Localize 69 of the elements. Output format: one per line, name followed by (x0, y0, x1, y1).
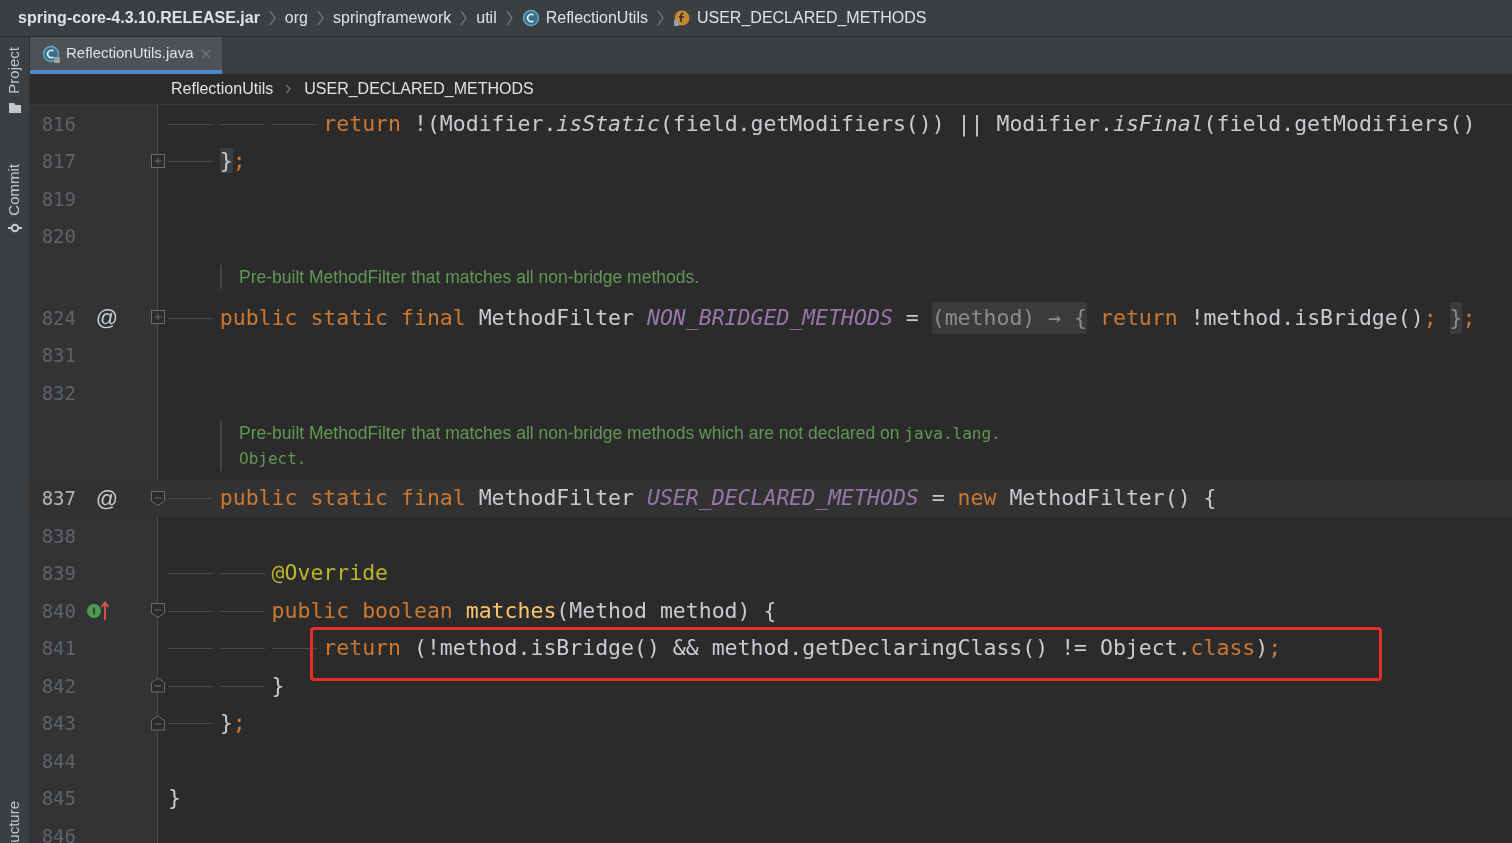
chevron-icon (285, 84, 293, 94)
code-token: @Override (168, 557, 389, 590)
line-number: 837 (40, 486, 76, 511)
code-token: ; (1462, 303, 1476, 332)
code-token: ; (1423, 303, 1438, 332)
code-token: public static final (168, 482, 466, 515)
code-token: } (168, 707, 233, 740)
code-token: return (1099, 303, 1178, 332)
doc-comment: Pre-built MethodFilter that matches all non-bridge methods. (220, 265, 700, 289)
code-token: (method) → { (931, 301, 1088, 334)
code-token: MethodFilter() { (1008, 484, 1217, 513)
code-token: !method.isBridge() (1189, 303, 1424, 332)
code-token: ; (232, 147, 246, 176)
breadcrumb-item[interactable]: USER_DECLARED_METHODS (696, 6, 927, 30)
code-token: NON_BRIDGED_METHODS (646, 303, 893, 332)
chevron-icon (504, 9, 514, 27)
code-token: isFinal (1112, 109, 1204, 138)
code-token: return (168, 632, 401, 665)
code-token: USER_DECLARED_METHODS (646, 484, 919, 513)
breadcrumb-item[interactable]: springframework (333, 6, 452, 30)
code-token: public boolean (168, 594, 466, 627)
side-tab[interactable]: ucture (3, 801, 26, 843)
field-lock-icon (672, 9, 691, 27)
side-tab[interactable]: Project (3, 47, 26, 94)
file-tab[interactable]: ReflectionUtils.java (30, 37, 222, 74)
code-token: ; (232, 709, 246, 738)
close-icon (199, 47, 212, 60)
class-lock-icon (42, 44, 60, 63)
expand-icon[interactable] (150, 152, 166, 170)
doc-comment: Pre-built MethodFilter that matches all non-bridge methods which are not declared on java.lang. Object. (220, 420, 1001, 471)
code-token: MethodFilter (477, 303, 635, 332)
breadcrumb-item[interactable]: ReflectionUtils (545, 6, 648, 30)
expand-icon[interactable] (150, 309, 166, 326)
code-token: return (168, 107, 401, 140)
code-token: (Method method) { (556, 596, 777, 625)
code-token: !(Modifier. (412, 109, 557, 138)
side-tab[interactable]: Commit (3, 163, 26, 216)
code-token: (field.getModifiers()) || Modifier. (659, 109, 1113, 139)
code-token: } (1449, 301, 1463, 334)
code-token: (field.getModifiers() (1203, 109, 1476, 138)
breadcrumb-item[interactable]: org (284, 6, 308, 30)
code-token: } (168, 145, 233, 178)
breadcrumb-item[interactable]: USER_DECLARED_METHODS (304, 77, 534, 101)
code-token: ; (1268, 634, 1282, 663)
code-token: (!method.isBridge() && method.getDeclaringClass() != Object. (412, 634, 1191, 663)
breadcrumb-item[interactable]: util (476, 6, 497, 30)
override-marker[interactable]: @ (95, 481, 119, 515)
chevron-icon (655, 9, 665, 27)
code-token: matches (465, 596, 557, 625)
override-marker[interactable]: @ (95, 301, 119, 335)
code-token: isStatic (556, 109, 660, 138)
class-icon (521, 9, 540, 27)
chevron-icon (267, 9, 277, 27)
chevron-icon (316, 9, 325, 27)
code-token: new (957, 484, 997, 513)
code-token: MethodFilter (477, 484, 635, 513)
code-token: class (1190, 634, 1256, 663)
code-token: ) (1255, 634, 1269, 663)
code-token: public static final (168, 301, 466, 334)
code-token: } (168, 669, 285, 702)
collapse-icon[interactable] (150, 489, 166, 507)
code-token: } (168, 784, 181, 813)
chevron-icon (459, 9, 469, 27)
collapse-icon[interactable] (150, 602, 166, 619)
breadcrumb-item[interactable]: ReflectionUtils (171, 77, 274, 101)
breadcrumb-item[interactable]: spring-core-4.3.10.RELEASE.jar (18, 6, 260, 30)
code-token: = (930, 484, 946, 513)
code-token: = (904, 303, 920, 332)
collapse-icon[interactable] (150, 677, 166, 694)
